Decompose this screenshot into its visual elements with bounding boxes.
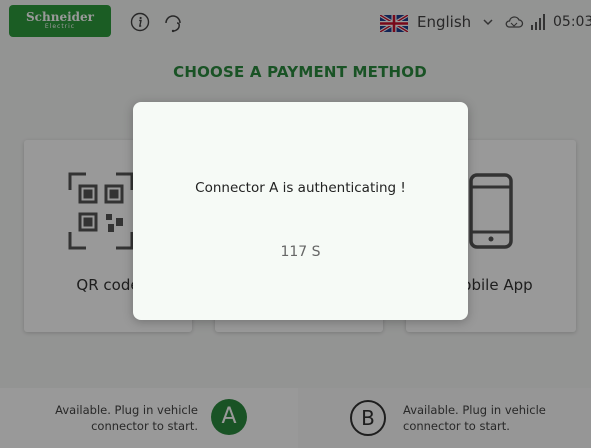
authenticating-dialog: Connector A is authenticating ! 117 S [133, 102, 468, 320]
dialog-countdown: 117 S [280, 244, 321, 260]
dialog-message: Connector A is authenticating ! [195, 180, 406, 196]
